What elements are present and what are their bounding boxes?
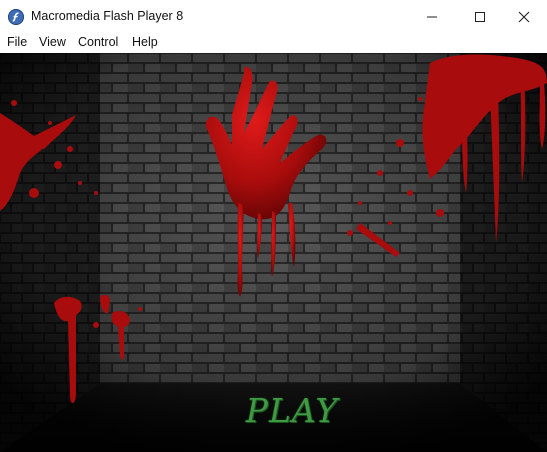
minimize-icon: [427, 16, 437, 17]
close-button[interactable]: [501, 0, 547, 33]
flash-player-icon: [8, 9, 24, 25]
title-bar[interactable]: Macromedia Flash Player 8: [0, 0, 547, 33]
close-icon: [518, 11, 530, 22]
menu-control[interactable]: Control: [78, 35, 118, 49]
menu-view[interactable]: View: [39, 35, 66, 49]
maximize-icon: [475, 11, 485, 22]
window-title: Macromedia Flash Player 8: [31, 9, 184, 23]
menu-help[interactable]: Help: [132, 35, 158, 49]
play-button-label: PLAY: [245, 391, 339, 430]
maximize-button[interactable]: [457, 0, 503, 33]
flash-player-window: Macromedia Flash Player 8 File View Cont…: [0, 0, 547, 452]
menu-file[interactable]: File: [7, 35, 27, 49]
flash-stage[interactable]: PLAY: [0, 53, 547, 452]
play-button[interactable]: PLAY: [242, 387, 342, 435]
menu-bar: File View Control Help: [0, 33, 547, 53]
minimize-button[interactable]: [409, 0, 455, 33]
